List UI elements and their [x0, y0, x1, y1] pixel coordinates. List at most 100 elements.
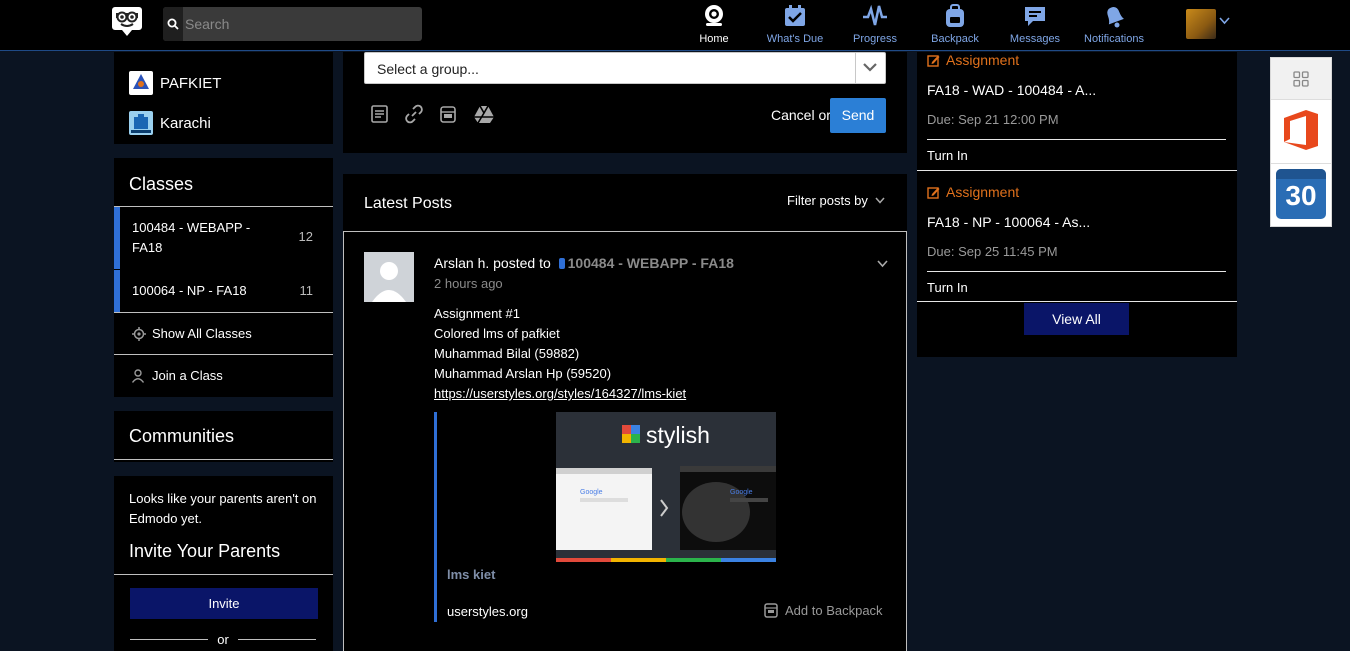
feed-title: Latest Posts — [364, 195, 453, 212]
post-body: Assignment #1 Colored lms of pafkiet Muh… — [434, 304, 686, 404]
calendar-icon — [1276, 169, 1326, 179]
post-link[interactable]: https://userstyles.org/styles/164327/lms… — [434, 386, 686, 401]
assignment-tag: Assignment — [927, 52, 1019, 68]
backpack-icon[interactable] — [438, 104, 458, 124]
assignment-due: Due: Sep 25 11:45 PM — [927, 244, 1058, 259]
backpack-icon — [946, 4, 964, 27]
nav-whats-due[interactable]: What's Due — [765, 3, 825, 47]
pulse-icon — [863, 4, 887, 26]
nav-label: Home — [699, 33, 729, 45]
post-group[interactable]: 100484 - WEBAPP - FA18 — [568, 255, 734, 271]
calendar-app-button[interactable]: 30 — [1276, 169, 1326, 219]
join-class-label: Join a Class — [152, 368, 223, 383]
stylish-brand-text: stylish — [646, 422, 710, 448]
chevron-down-icon[interactable] — [877, 260, 888, 268]
note-icon[interactable] — [370, 104, 390, 124]
filter-label: Filter posts by — [787, 193, 868, 208]
classes-panel: Classes 100484 - WEBAPP - FA18 12 100064… — [114, 158, 333, 397]
nav-notifications[interactable]: Notifications — [1084, 3, 1144, 47]
show-all-classes-link[interactable]: Show All Classes — [132, 326, 252, 341]
turn-in-link[interactable]: Turn In — [927, 280, 968, 295]
assignment-tag-label: Assignment — [946, 52, 1020, 68]
attachment-title[interactable]: lms kiet — [447, 567, 495, 582]
group-select[interactable]: Select a group... — [364, 52, 886, 84]
view-all-button[interactable]: View All — [1024, 303, 1129, 335]
post-header: Arslan h. posted to 100484 - WEBAPP - FA… — [434, 255, 734, 271]
google-drive-icon[interactable] — [473, 104, 495, 124]
divider — [114, 459, 333, 460]
class-count: 11 — [299, 283, 314, 298]
link-icon[interactable] — [404, 104, 424, 124]
chevron-down-icon[interactable] — [1219, 17, 1230, 25]
assignment-title[interactable]: FA18 - WAD - 100484 - A... — [927, 82, 1096, 98]
office-icon[interactable] — [1282, 109, 1320, 151]
post-line: Muhammad Arslan Hp (59520) — [434, 366, 612, 381]
post-line: Colored lms of pafkiet — [434, 326, 560, 341]
communities-panel: Communities — [114, 411, 333, 462]
class-count: 12 — [298, 229, 313, 244]
post-author[interactable]: Arslan h. — [434, 255, 489, 271]
class-item-webapp[interactable]: 100484 - WEBAPP - FA18 12 — [114, 207, 333, 269]
backpack-icon — [764, 603, 778, 618]
divider — [114, 354, 333, 355]
divider — [238, 639, 316, 640]
search-input[interactable] — [185, 7, 419, 41]
or-label: or — [217, 632, 229, 647]
nav-messages[interactable]: Messages — [1008, 3, 1062, 47]
search-bar — [163, 7, 422, 41]
nav-backpack[interactable]: Backpack — [929, 3, 981, 47]
edit-icon — [927, 186, 940, 199]
app-dock: 30 — [1270, 57, 1332, 227]
user-avatar[interactable] — [1186, 9, 1216, 39]
group-color-icon — [558, 258, 565, 269]
nav-home[interactable]: Home — [698, 3, 730, 47]
google-text: Google — [580, 489, 603, 496]
invite-parents-title: Invite Your Parents — [129, 541, 281, 561]
cancel-link[interactable]: Cancel or — [771, 107, 831, 123]
apps-grid-button[interactable] — [1271, 58, 1331, 100]
author-avatar[interactable] — [364, 252, 414, 302]
upcoming-assignments-panel: Assignment FA18 - WAD - 100484 - A... Du… — [917, 52, 1237, 357]
attachment-source: userstyles.org — [447, 604, 528, 619]
class-color-bar — [114, 270, 120, 312]
class-item-np[interactable]: 100064 - NP - FA18 11 — [114, 270, 333, 312]
nav-label: Progress — [852, 33, 898, 45]
group-item-pafkiet[interactable]: PAFKIET — [129, 71, 221, 95]
invite-button[interactable]: Invite — [130, 588, 318, 619]
turn-in-link[interactable]: Turn In — [927, 148, 968, 163]
assignment-title[interactable]: FA18 - NP - 100064 - As... — [927, 214, 1090, 230]
divider — [114, 574, 333, 575]
assignment-due: Due: Sep 21 12:00 PM — [927, 112, 1059, 127]
bell-icon — [1107, 6, 1124, 28]
chevron-down-icon — [875, 197, 885, 204]
add-to-backpack-link[interactable]: Add to Backpack — [764, 602, 883, 618]
attachment-thumbnail[interactable]: stylish Google Google — [556, 412, 776, 562]
divider — [1271, 163, 1331, 164]
class-color-bar — [114, 207, 120, 269]
nav-label: What's Due — [766, 33, 824, 45]
class-name: 100064 - NP - FA18 — [132, 283, 247, 298]
communities-title: Communities — [129, 426, 235, 446]
filter-posts-dropdown[interactable]: Filter posts by — [787, 193, 885, 208]
classes-title: Classes — [129, 174, 194, 194]
top-navbar: Home What's Due Progress Backpack Messag… — [0, 0, 1350, 51]
edmodo-logo-icon[interactable] — [112, 5, 142, 37]
send-button[interactable]: Send — [830, 98, 886, 133]
post-line: Assignment #1 — [434, 306, 520, 321]
add-user-icon — [132, 368, 145, 383]
gear-icon — [132, 326, 146, 341]
google-text-dark: Google — [730, 489, 753, 496]
karachi-logo-icon — [129, 111, 153, 135]
chevron-down-icon — [855, 53, 885, 83]
assignment-tag: Assignment — [927, 184, 1019, 200]
join-class-link[interactable]: Join a Class — [132, 368, 223, 383]
group-name: PAFKIET — [160, 74, 222, 92]
search-icon[interactable] — [163, 7, 183, 41]
post-line: Muhammad Bilal (59882) — [434, 346, 580, 361]
group-item-karachi[interactable]: Karachi — [129, 111, 211, 135]
stylish-preview-image: stylish Google Google — [556, 412, 776, 562]
nav-progress[interactable]: Progress — [851, 3, 899, 47]
group-name: Karachi — [160, 114, 211, 132]
divider — [917, 170, 1237, 171]
calendar-day: 30 — [1285, 180, 1317, 211]
